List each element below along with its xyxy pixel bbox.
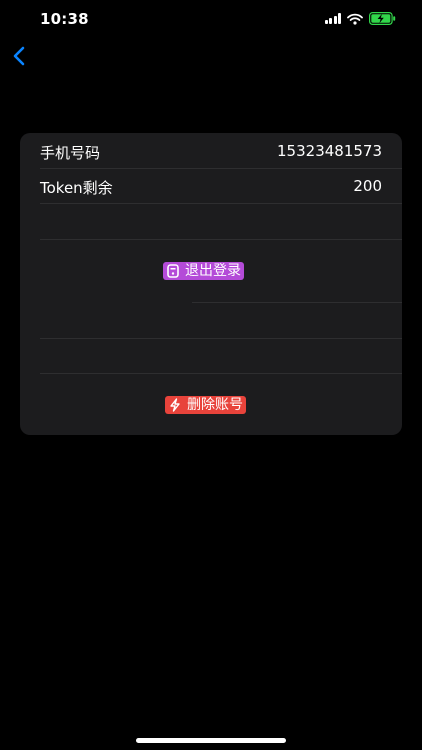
home-indicator[interactable] (136, 738, 286, 743)
phone-row: 手机号码 15323481573 (40, 133, 402, 169)
cellular-signal-icon (324, 13, 341, 24)
token-row: Token剩余 200 (40, 168, 402, 204)
status-icons (324, 12, 397, 25)
divider (40, 239, 402, 240)
delete-account-label: 删除账号 (187, 397, 243, 413)
divider (40, 338, 402, 339)
battery-charging-icon (369, 12, 396, 25)
lightning-icon (168, 398, 182, 412)
phone-label: 手机号码 (40, 144, 101, 162)
divider (40, 373, 402, 374)
logout-button[interactable]: 退出登录 (163, 262, 244, 280)
back-chevron-icon[interactable] (10, 44, 30, 68)
divider (192, 302, 402, 303)
token-value: 200 (353, 177, 382, 195)
delete-account-button[interactable]: 删除账号 (165, 396, 246, 414)
logout-label: 退出登录 (185, 263, 241, 279)
account-card: 手机号码 15323481573 Token剩余 200 退出登录 删除账号 (20, 133, 402, 435)
wifi-icon (347, 13, 363, 25)
divider (40, 203, 402, 204)
phone-value: 15323481573 (277, 142, 382, 160)
status-bar: 10:38 (0, 0, 422, 40)
door-icon (166, 264, 180, 278)
token-label: Token剩余 (40, 179, 113, 197)
status-time: 10:38 (40, 10, 89, 28)
